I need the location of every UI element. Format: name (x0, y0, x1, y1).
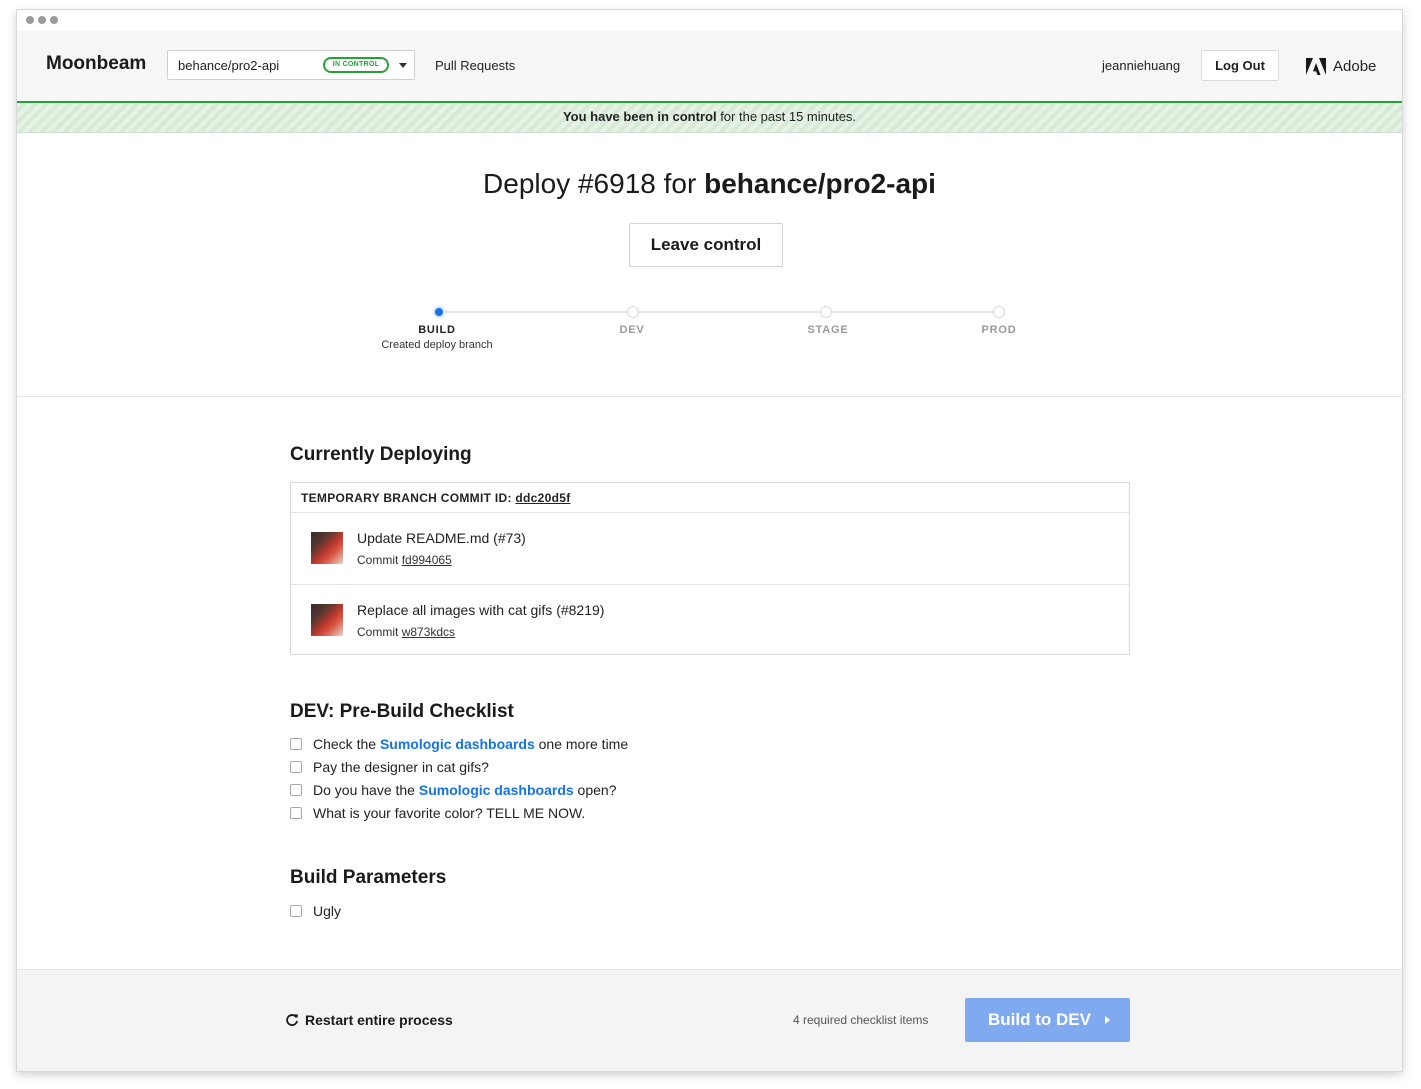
commit-title: Replace all images with cat gifs (#8219) (357, 602, 605, 618)
build-to-dev-button[interactable]: Build to DEV (965, 998, 1130, 1042)
commit-row: Update README.md (#73) Commit fd994065 (291, 513, 1129, 584)
restart-process-label: Restart entire process (305, 1012, 453, 1028)
step-stage-label[interactable]: STAGE (758, 324, 898, 336)
build-params-heading: Build Parameters (290, 867, 447, 888)
browser-window: Moonbeam behance/pro2-api IN CONTROL Pul… (17, 10, 1402, 1071)
avatar (311, 532, 343, 564)
step-prod-dot[interactable] (993, 306, 1005, 318)
checklist-text-before: Do you have the (313, 782, 419, 798)
commit-title: Update README.md (#73) (357, 530, 526, 546)
step-stage-dot[interactable] (820, 306, 832, 318)
step-dev-label[interactable]: DEV (562, 324, 702, 336)
stepper-track (439, 311, 999, 313)
step-build-sub: Created deploy branch (381, 339, 493, 351)
commit-word: Commit (357, 553, 399, 567)
checklist-item-text: Check the Sumologic dashboards one more … (313, 736, 628, 752)
step-build-dot[interactable] (433, 306, 445, 318)
section-divider (17, 396, 1402, 397)
branch-commit-header: TEMPORARY BRANCH COMMIT ID: ddc20d5f (291, 483, 1129, 513)
step-build-label[interactable]: BUILD (367, 324, 507, 336)
checklist-checkbox[interactable] (290, 761, 302, 773)
sumologic-link[interactable]: Sumologic dashboards (419, 782, 574, 798)
branch-commit-id[interactable]: ddc20d5f (515, 491, 570, 505)
checklist-text-after: open? (573, 782, 617, 798)
commit-row: Replace all images with cat gifs (#8219)… (291, 584, 1129, 656)
commit-word: Commit (357, 625, 399, 639)
checklist-text-before: Check the (313, 736, 380, 752)
restart-icon (286, 1014, 298, 1026)
checklist-item-text: Pay the designer in cat gifs? (313, 759, 489, 775)
checklist-heading: DEV: Pre-Build Checklist (290, 701, 514, 722)
currently-deploying-heading: Currently Deploying (290, 444, 472, 465)
build-to-dev-label: Build to DEV (988, 1010, 1091, 1029)
checklist-text-after: one more time (534, 736, 629, 752)
checklist-checkbox[interactable] (290, 784, 302, 796)
checklist-item-text: What is your favorite color? TELL ME NOW… (313, 805, 586, 821)
commit-meta: Commit w873kdcs (357, 625, 455, 639)
commit-hash-link[interactable]: fd994065 (402, 553, 452, 567)
deploy-stepper: BUILD Created deploy branch DEV STAGE PR… (17, 10, 1402, 370)
required-items-count: 4 required checklist items (793, 1013, 929, 1027)
step-dev-dot[interactable] (627, 306, 639, 318)
sumologic-link[interactable]: Sumologic dashboards (380, 736, 535, 752)
avatar (311, 604, 343, 636)
commit-meta: Commit fd994065 (357, 553, 452, 567)
branch-commit-label: TEMPORARY BRANCH COMMIT ID: (301, 491, 512, 505)
param-label: Ugly (313, 903, 342, 919)
checklist-item-text: Do you have the Sumologic dashboards ope… (313, 782, 617, 798)
action-footer: Restart entire process 4 required checkl… (17, 969, 1402, 1071)
param-checkbox[interactable] (290, 905, 302, 917)
checklist-checkbox[interactable] (290, 738, 302, 750)
commit-hash-link[interactable]: w873kdcs (402, 625, 455, 639)
chevron-right-icon (1105, 1016, 1110, 1024)
step-prod-label[interactable]: PROD (929, 324, 1069, 336)
checklist-checkbox[interactable] (290, 807, 302, 819)
commit-list: TEMPORARY BRANCH COMMIT ID: ddc20d5f Upd… (290, 482, 1130, 655)
